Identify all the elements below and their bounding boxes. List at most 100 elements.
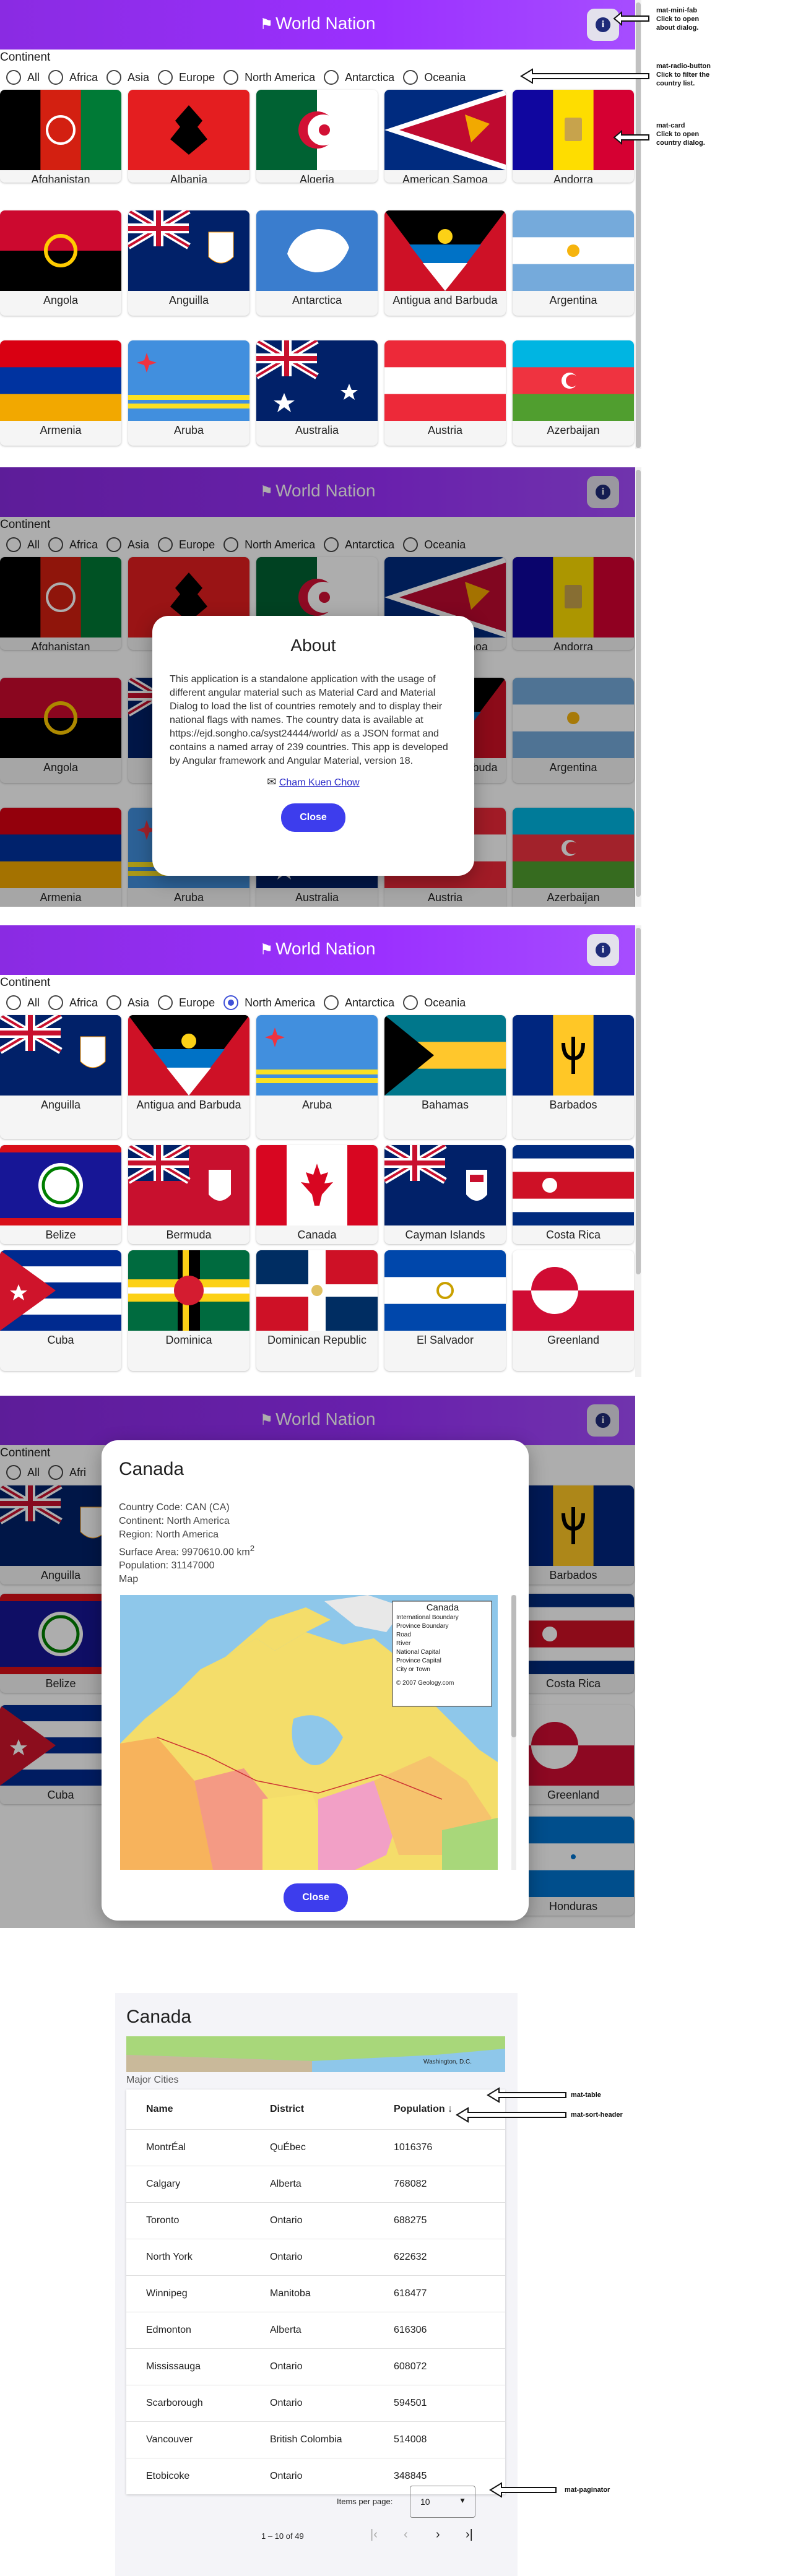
district-cell: QuÉbec [250,2129,374,2166]
flag-image [128,1250,249,1331]
flag-image [384,1250,506,1331]
country-card-american-samoa[interactable]: American Samoa [384,90,506,183]
author-link[interactable]: Cham Kuen Chow [279,777,360,788]
dialog-title: Canada [126,2007,192,2027]
country-card-angola[interactable]: Angola [0,210,121,316]
major-cities-label: Major Cities [126,2075,179,2085]
country-card-dominican-republic[interactable]: Dominican Republic [256,1250,378,1371]
radio-circle[interactable] [106,70,122,85]
dialog-scrollbar[interactable] [511,1595,516,1870]
flag-image [384,90,506,170]
country-card-cuba[interactable]: Cuba [0,1250,121,1371]
country-card-bahamas[interactable]: Bahamas [384,1015,506,1139]
country-card-antarctica[interactable]: Antarctica [256,210,378,316]
country-card-afghanistan[interactable]: Afghanistan [0,90,121,183]
radio-antarctica[interactable]: Antarctica [324,70,394,85]
country-card-aruba[interactable]: Aruba [256,1015,378,1139]
country-card-canada[interactable]: Canada [256,1145,378,1244]
country-card-el-salvador[interactable]: El Salvador [384,1250,506,1371]
last-page-icon[interactable]: ›| [466,2528,473,2542]
items-per-page-select[interactable]: 10 ▼ [410,2486,475,2518]
radio-all[interactable]: All [6,70,40,85]
country-card-armenia[interactable]: Armenia [0,340,121,446]
country-card-albania[interactable]: Albania [128,90,249,183]
country-name: El Salvador [416,1334,474,1346]
country-card-cayman-islands[interactable]: Cayman Islands [384,1145,506,1244]
country-card-algeria[interactable]: Algeria [256,90,378,183]
country-card-antigua-and-barbuda[interactable]: Antigua and Barbuda [128,1015,249,1139]
radio-africa[interactable]: Africa [48,70,98,85]
radio-circle[interactable] [324,995,339,1010]
country-name: Costa Rica [545,1229,601,1241]
radio-circle[interactable] [403,70,419,85]
radio-oceania[interactable]: Oceania [403,995,466,1010]
name-cell: Scarborough [126,2384,250,2421]
country-card-australia[interactable]: Australia [256,340,378,446]
radio-europe[interactable]: Europe [158,995,215,1010]
scrollbar[interactable] [635,0,641,449]
radio-circle[interactable] [6,70,21,85]
country-card-greenland[interactable]: Greenland [513,1250,634,1371]
country-card-austria[interactable]: Austria [384,340,506,446]
name-header[interactable]: Name [126,2090,250,2129]
scrollbar[interactable] [635,467,641,907]
district-header[interactable]: District [250,2090,374,2129]
country-name: Albania [170,173,208,183]
flag-image [128,1015,249,1096]
flag-image [128,1145,249,1225]
country-card-antigua-and-barbuda[interactable]: Antigua and Barbuda [384,210,506,316]
radio-africa[interactable]: Africa [48,995,98,1010]
first-page-icon[interactable]: |‹ [370,2528,378,2542]
scrollbar[interactable] [635,925,641,1377]
district-cell: Alberta [250,2165,374,2202]
radio-europe[interactable]: Europe [158,70,215,85]
country-card-anguilla[interactable]: Anguilla [0,1015,121,1139]
flag-image [128,90,249,170]
country-card-barbados[interactable]: Barbados [513,1015,634,1139]
radio-circle[interactable] [223,70,239,85]
country-name: Angola [43,294,79,306]
radio-north-america[interactable]: North America [223,995,315,1010]
country-card-azerbaijan[interactable]: Azerbaijan [513,340,634,446]
radio-circle[interactable] [223,995,239,1010]
radio-north-america[interactable]: North America [223,70,315,85]
country-card-dominica[interactable]: Dominica [128,1250,249,1371]
flag-image [384,1145,506,1225]
radio-antarctica[interactable]: Antarctica [324,995,394,1010]
close-button[interactable]: Close [284,1883,348,1912]
map-strip: Washington, D.C. [126,2036,505,2072]
map-label: Map [119,1574,139,1585]
radio-circle[interactable] [158,995,173,1010]
radio-asia[interactable]: Asia [106,70,149,85]
country-card-bermuda[interactable]: Bermuda [128,1145,249,1244]
table-row: Edmonton Alberta 616306 [126,2311,505,2348]
radio-asia[interactable]: Asia [106,995,149,1010]
country-card-costa-rica[interactable]: Costa Rica [513,1145,634,1244]
country-card-belize[interactable]: Belize [0,1145,121,1244]
country-code: Country Code: CAN (CA) [119,1502,230,1513]
radio-label: Oceania [424,71,466,84]
radio-circle[interactable] [324,70,339,85]
country-surface-area: Surface Area: 9970610.00 km2 [119,1544,255,1558]
close-button[interactable]: Close [281,803,345,832]
radio-circle[interactable] [48,995,64,1010]
radio-circle[interactable] [106,995,122,1010]
radio-circle[interactable] [158,70,173,85]
flag-image [256,210,378,291]
radio-circle[interactable] [48,70,64,85]
country-card-anguilla[interactable]: Anguilla [128,210,249,316]
continent-label: Continent [0,51,51,64]
country-card-aruba[interactable]: Aruba [128,340,249,446]
radio-circle[interactable] [6,995,21,1010]
radio-circle[interactable] [403,995,419,1010]
next-page-icon[interactable]: › [436,2528,440,2542]
previous-page-icon[interactable]: ‹ [404,2528,408,2542]
radio-oceania[interactable]: Oceania [403,70,466,85]
about-fab-button[interactable]: i [587,934,619,966]
country-name: Afghanistan [31,173,90,183]
radio-label: North America [245,996,316,1009]
flag-image [384,1015,506,1096]
radio-all[interactable]: All [6,995,40,1010]
country-card-argentina[interactable]: Argentina [513,210,634,316]
flag-image [384,1145,506,1225]
